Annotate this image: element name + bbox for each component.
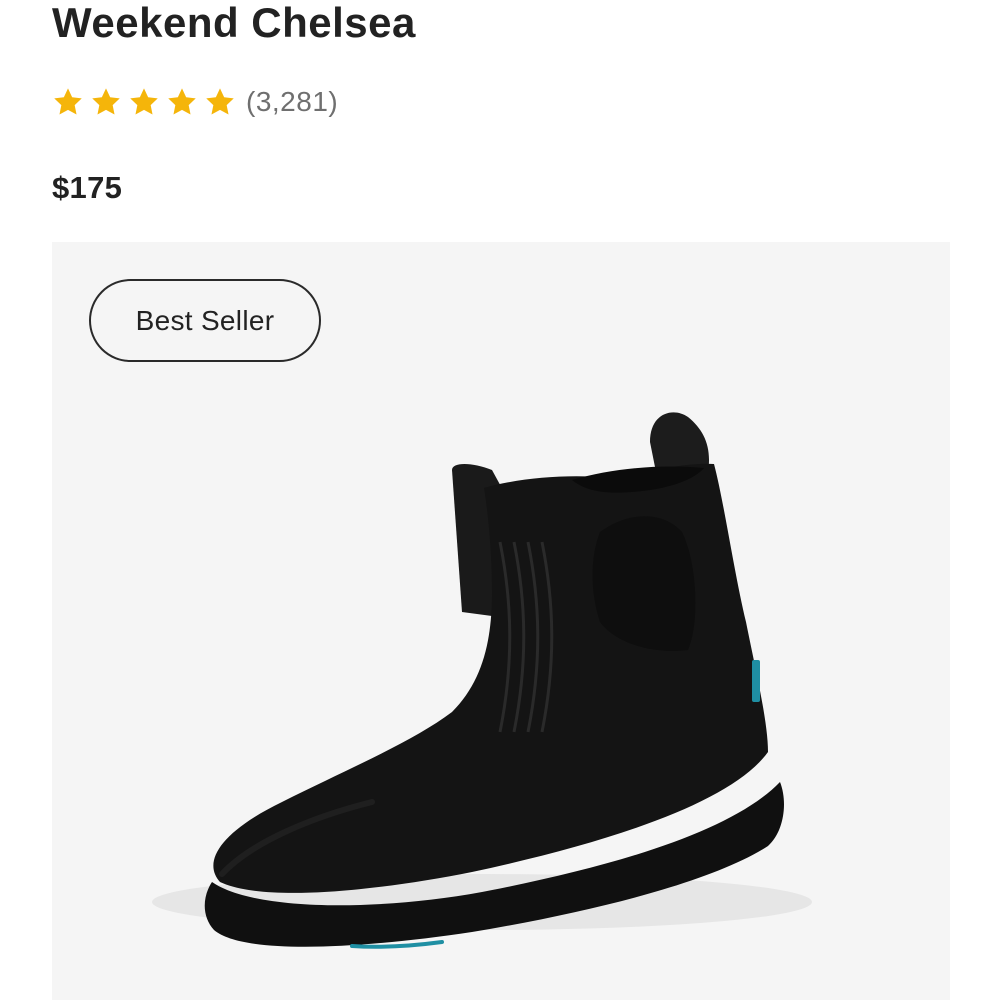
product-page: Weekend Chelsea (3,281) $175 Best Seller xyxy=(0,0,1000,1000)
star-icon xyxy=(92,88,120,115)
product-image-container[interactable]: Best Seller xyxy=(52,242,950,1000)
star-icon xyxy=(168,88,196,115)
rating-row[interactable]: (3,281) xyxy=(52,84,338,120)
product-price: $175 xyxy=(52,170,123,205)
product-title: Weekend Chelsea xyxy=(52,0,416,46)
star-icon xyxy=(206,88,234,115)
review-count-link[interactable]: (3,281) xyxy=(246,86,338,118)
star-icon xyxy=(130,88,158,115)
best-seller-badge: Best Seller xyxy=(89,279,321,362)
star-rating xyxy=(52,86,236,118)
star-icon xyxy=(54,88,82,115)
